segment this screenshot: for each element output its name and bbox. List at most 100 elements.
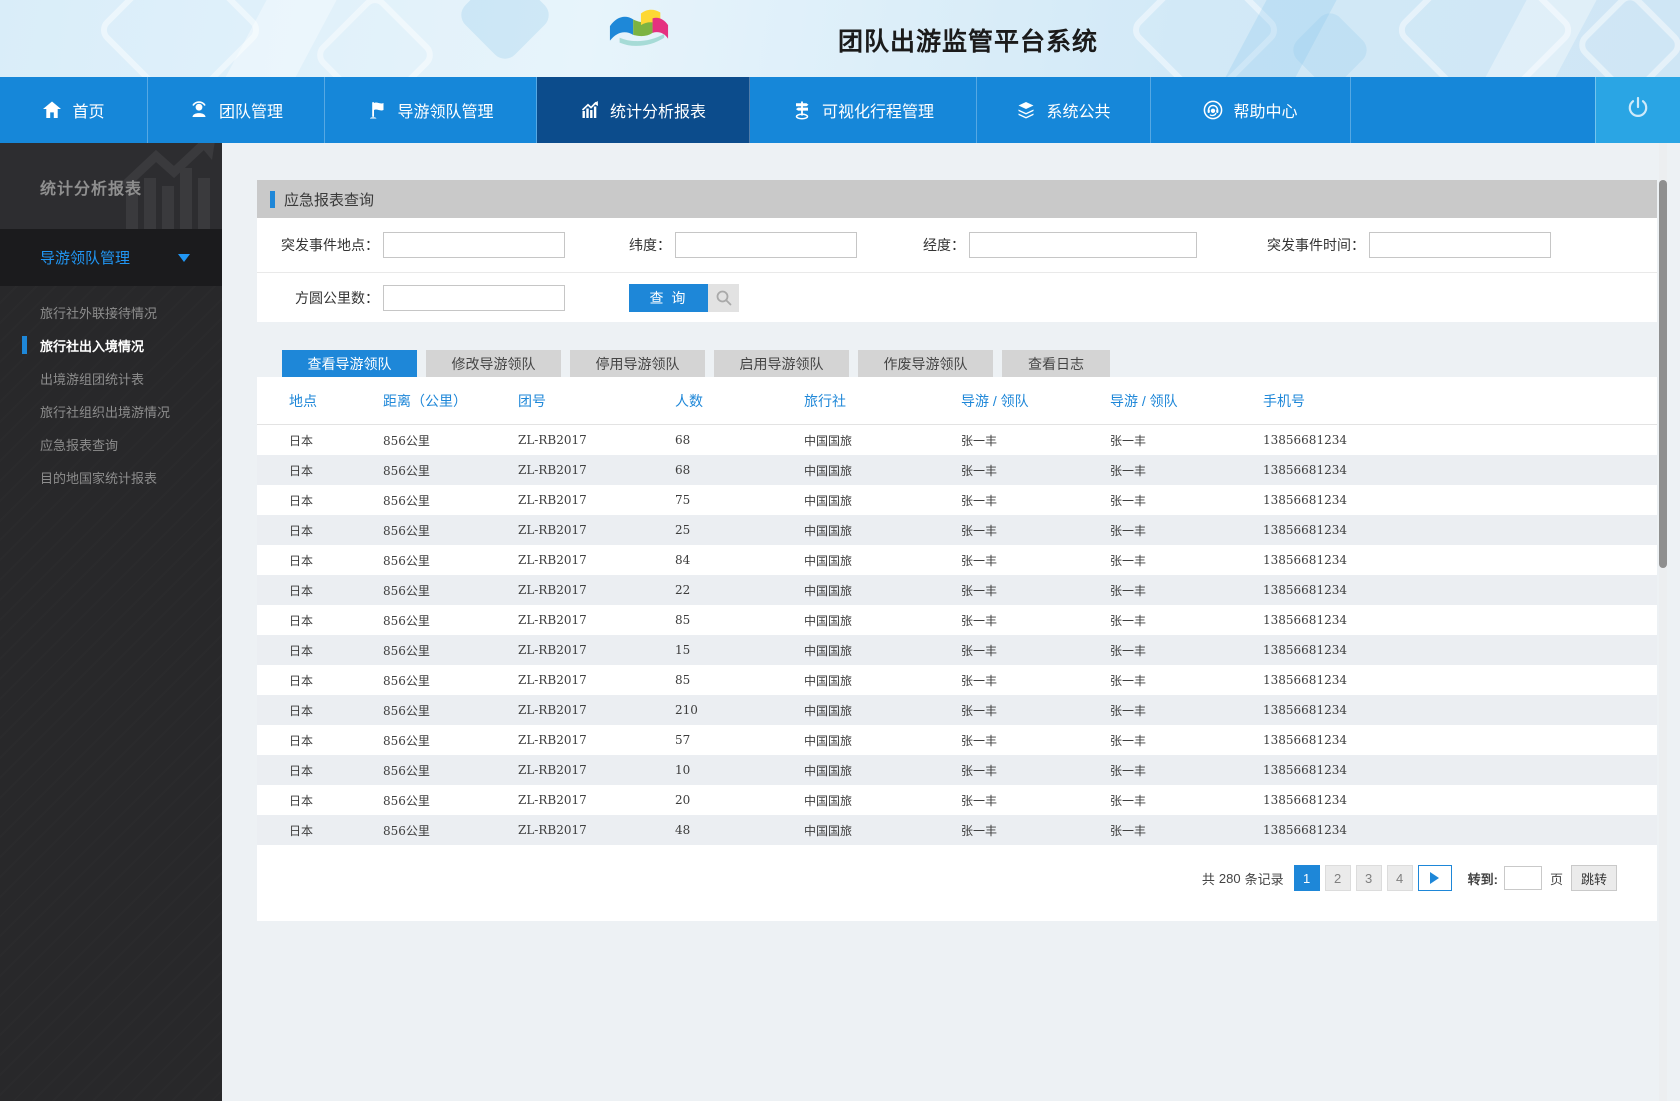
- sidebar-item-destination-country-statistics[interactable]: 目的地国家统计报表: [0, 461, 222, 494]
- sidebar-item-agency-organized-outbound[interactable]: 旅行社组织出境游情况: [0, 395, 222, 428]
- cell-agency: 中国国旅: [804, 793, 853, 808]
- jump-button[interactable]: 跳转: [1571, 865, 1617, 891]
- cell-guide-2: 张一丰: [1110, 793, 1147, 808]
- column-header-guide-1: 导游 / 领队: [961, 392, 1029, 409]
- cell-group-no: ZL-RB2017: [518, 733, 587, 747]
- nav-item-help-center[interactable]: 帮助中心: [1151, 77, 1351, 143]
- cell-group-no: ZL-RB2017: [518, 613, 587, 627]
- tab-view-guides[interactable]: 查看导游领队: [282, 350, 417, 377]
- table-row: 日本 856公里 ZL-RB2017 20 中国国旅 张一丰 张一丰 13856…: [257, 785, 1657, 815]
- latitude-input[interactable]: [675, 232, 857, 258]
- goto-page-input[interactable]: [1503, 866, 1542, 890]
- headset-icon: [1203, 100, 1223, 120]
- page-button[interactable]: 1: [1293, 865, 1320, 891]
- tab-disable-guides[interactable]: 停用导游领队: [570, 350, 705, 377]
- cell-distance: 856公里: [383, 643, 430, 658]
- sidebar-group-guide-leader-management[interactable]: 导游领队管理: [0, 229, 222, 286]
- cell-location: 日本: [289, 583, 314, 598]
- cell-headcount: 22: [675, 583, 691, 597]
- action-tabs: 查看导游领队 修改导游领队 停用导游领队 启用导游领队 作废导游领队 查看日志: [282, 350, 1110, 377]
- cell-group-no: ZL-RB2017: [518, 763, 587, 777]
- cell-headcount: 85: [675, 613, 691, 627]
- cell-phone: 13856681234: [1263, 493, 1347, 507]
- longitude-input[interactable]: [969, 232, 1197, 258]
- query-button[interactable]: 查 询: [629, 283, 708, 312]
- cell-distance: 856公里: [383, 793, 430, 808]
- cell-agency: 中国国旅: [804, 583, 853, 598]
- cell-distance: 856公里: [383, 523, 430, 538]
- cell-location: 日本: [289, 763, 314, 778]
- column-header-distance: 距离（公里）: [383, 392, 467, 409]
- sidebar-menu: 旅行社外联接待情况 旅行社出入境情况 出境游组团统计表 旅行社组织出境游情况 应…: [0, 286, 222, 494]
- nav-item-statistics-reports[interactable]: 统计分析报表: [537, 77, 750, 143]
- record-total-prefix: 共: [1201, 871, 1215, 887]
- page-button[interactable]: 4: [1386, 865, 1413, 891]
- search-icon-button[interactable]: [708, 283, 739, 312]
- tab-enable-guides[interactable]: 启用导游领队: [714, 350, 849, 377]
- nav-item-label: 可视化行程管理: [821, 104, 934, 121]
- cell-location: 日本: [289, 793, 314, 808]
- sidebar-item-agency-entry-exit[interactable]: 旅行社出入境情况: [0, 329, 222, 362]
- cell-guide-1: 张一丰: [961, 613, 998, 628]
- cell-headcount: 85: [675, 673, 691, 687]
- cell-distance: 856公里: [383, 583, 430, 598]
- cell-group-no: ZL-RB2017: [518, 823, 587, 837]
- cell-location: 日本: [289, 673, 314, 688]
- cell-guide-2: 张一丰: [1110, 613, 1147, 628]
- cell-phone: 13856681234: [1263, 583, 1347, 597]
- cell-agency: 中国国旅: [804, 703, 853, 718]
- nav-item-system-public[interactable]: 系统公共: [977, 77, 1151, 143]
- sidebar: 统计分析报表 导游领队管理 旅行社外联接待情况 旅行社出入境情况 出境游组团统计…: [0, 143, 222, 1101]
- nav-item-home[interactable]: 首页: [0, 77, 148, 143]
- search-icon: [716, 290, 731, 305]
- radius-km-input[interactable]: [383, 284, 565, 311]
- latitude-label: 纬度：: [629, 237, 671, 253]
- cell-distance: 856公里: [383, 463, 430, 478]
- cell-location: 日本: [289, 523, 314, 538]
- cell-agency: 中国国旅: [804, 493, 853, 508]
- incident-time-input[interactable]: [1369, 232, 1551, 258]
- cell-group-no: ZL-RB2017: [518, 523, 587, 537]
- cell-phone: 13856681234: [1263, 673, 1347, 687]
- app-logo: [608, 8, 670, 55]
- sidebar-item-outbound-group-statistics[interactable]: 出境游组团统计表: [0, 362, 222, 395]
- table-row: 日本 856公里 ZL-RB2017 10 中国国旅 张一丰 张一丰 13856…: [257, 755, 1657, 785]
- cell-phone: 13856681234: [1263, 523, 1347, 537]
- nav-item-team-management[interactable]: 团队管理: [148, 77, 325, 143]
- tab-void-guides[interactable]: 作废导游领队: [858, 350, 993, 377]
- nav-item-guide-leader-management[interactable]: 导游领队管理: [325, 77, 537, 143]
- scrollbar: [1659, 143, 1667, 1101]
- cell-agency: 中国国旅: [804, 523, 853, 538]
- next-page-button[interactable]: [1417, 865, 1452, 891]
- tab-modify-guides[interactable]: 修改导游领队: [426, 350, 561, 377]
- cell-guide-1: 张一丰: [961, 493, 998, 508]
- cell-headcount: 15: [675, 643, 691, 657]
- incident-location-field: 突发事件地点：: [281, 232, 565, 258]
- nav-item-label: 首页: [72, 104, 105, 121]
- longitude-label: 经度：: [923, 237, 965, 253]
- page-button[interactable]: 3: [1355, 865, 1382, 891]
- sidebar-item-agency-outreach-reception[interactable]: 旅行社外联接待情况: [0, 296, 222, 329]
- cell-phone: 13856681234: [1263, 793, 1347, 807]
- cell-group-no: ZL-RB2017: [518, 583, 587, 597]
- scrollbar-thumb[interactable]: [1659, 180, 1667, 568]
- panel-header: 应急报表查询: [257, 180, 1657, 218]
- cell-distance: 856公里: [383, 553, 430, 568]
- nav-item-visual-itinerary-management[interactable]: 可视化行程管理: [750, 77, 977, 143]
- sidebar-item-emergency-report-query[interactable]: 应急报表查询: [0, 428, 222, 461]
- search-form-row-1: 突发事件地点： 纬度： 经度： 突发事件时间：: [257, 218, 1657, 272]
- cell-agency: 中国国旅: [804, 613, 853, 628]
- flag-icon: [367, 100, 387, 120]
- incident-location-input[interactable]: [383, 232, 565, 258]
- radius-km-field: 方圆公里数：: [295, 284, 565, 311]
- logout-button[interactable]: [1595, 77, 1680, 143]
- record-total-suffix: 条记录: [1244, 871, 1284, 887]
- cell-phone: 13856681234: [1263, 703, 1347, 717]
- tab-view-logs[interactable]: 查看日志: [1002, 350, 1110, 377]
- cell-agency: 中国国旅: [804, 763, 853, 778]
- cell-agency: 中国国旅: [804, 643, 853, 658]
- cell-location: 日本: [289, 613, 314, 628]
- cell-guide-1: 张一丰: [961, 433, 998, 448]
- page-button[interactable]: 2: [1324, 865, 1351, 891]
